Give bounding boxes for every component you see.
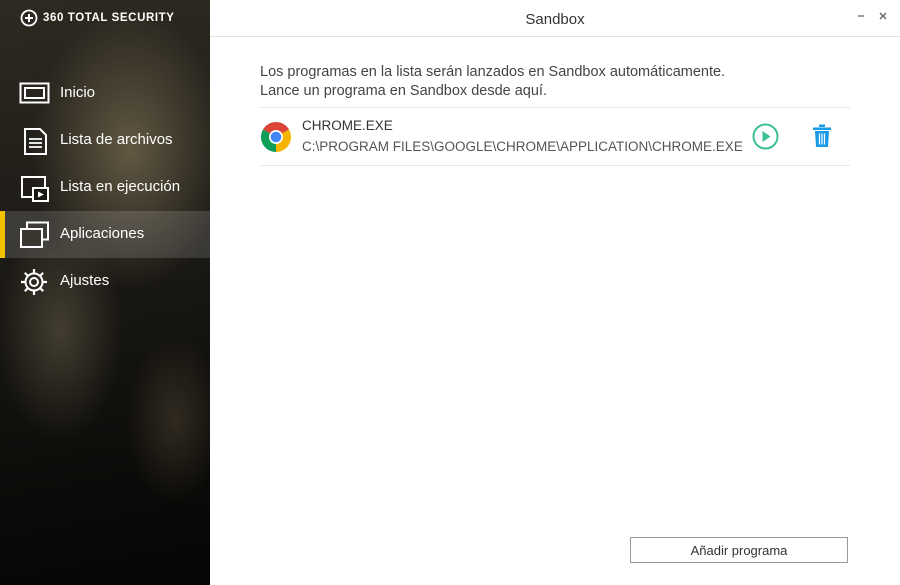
document-list-icon [19, 126, 51, 156]
sidebar-item-label: Ajustes [60, 272, 110, 289]
minimize-icon[interactable] [853, 8, 869, 24]
description-line-1: Los programas en la lista serán lanzados… [260, 64, 726, 80]
sidebar-item-lista-archivos[interactable]: Lista de archivos [0, 117, 210, 164]
title-bar: Sandbox [210, 0, 900, 37]
add-program-button[interactable]: Añadir programa [630, 537, 848, 563]
sidebar-item-inicio[interactable]: Inicio [0, 70, 210, 117]
play-circle-icon[interactable] [752, 123, 779, 150]
description-line-2: Lance un programa en Sandbox desde aquí. [260, 83, 547, 99]
monitor-icon [19, 79, 51, 109]
description: Los programas en la lista serán lanzados… [260, 63, 725, 101]
sidebar: 360 TOTAL SECURITY Inicio Lista de archi… [0, 0, 210, 585]
stacked-windows-icon [19, 220, 51, 250]
window-title: Sandbox [525, 11, 585, 28]
close-icon[interactable] [875, 8, 891, 24]
sidebar-item-label: Inicio [60, 84, 96, 101]
sidebar-nav: Inicio Lista de archivos Lista en ejecuc… [0, 70, 210, 305]
chrome-icon [260, 121, 292, 153]
plus-circle-icon [20, 9, 38, 27]
sidebar-item-label: Aplicaciones [60, 225, 145, 242]
main-panel: Sandbox Los programas en la lista serán … [210, 0, 900, 585]
sidebar-item-label: Lista de archivos [60, 131, 173, 148]
sidebar-item-label: Lista en ejecución [60, 178, 181, 195]
gear-icon [19, 267, 51, 297]
app-path: C:\PROGRAM FILES\GOOGLE\CHROME\APPLICATI… [302, 139, 743, 154]
running-window-icon [19, 173, 51, 203]
sidebar-item-ajustes[interactable]: Ajustes [0, 258, 210, 305]
app-list-item: CHROME.EXE C:\PROGRAM FILES\GOOGLE\CHROM… [260, 107, 850, 166]
brand: 360 TOTAL SECURITY [20, 9, 175, 27]
app-name: CHROME.EXE [302, 118, 393, 133]
sidebar-item-aplicaciones[interactable]: Aplicaciones [0, 211, 210, 258]
trash-icon[interactable] [812, 124, 832, 148]
brand-name: 360 TOTAL SECURITY [43, 12, 175, 24]
sidebar-item-lista-ejecucion[interactable]: Lista en ejecución [0, 164, 210, 211]
